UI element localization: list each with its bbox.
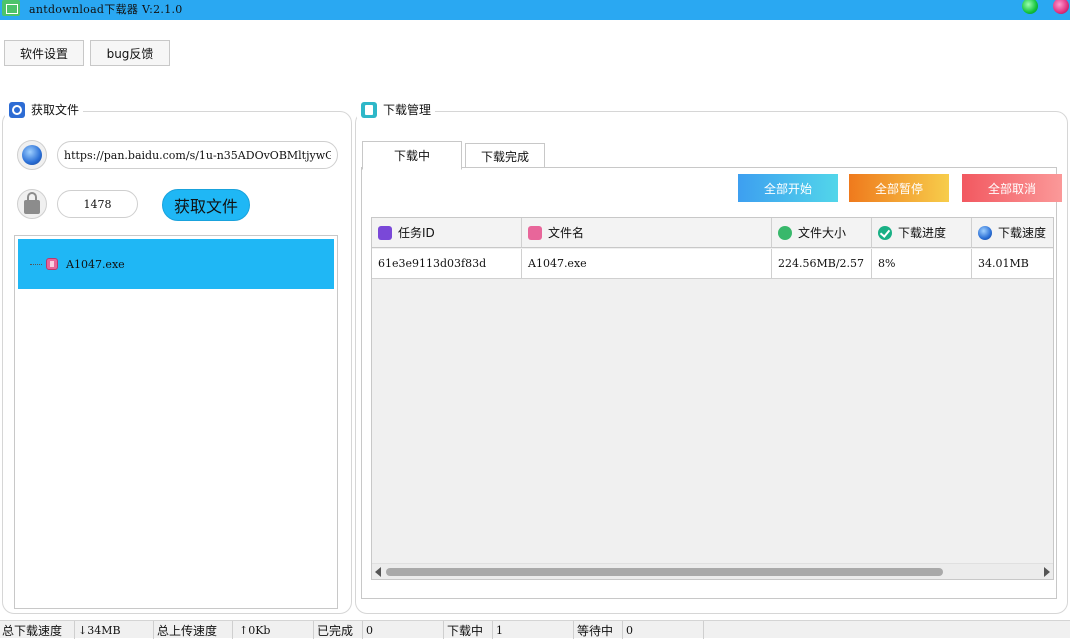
horizontal-scrollbar[interactable] xyxy=(372,563,1053,579)
settings-button[interactable]: 软件设置 xyxy=(4,40,84,66)
lock-icon xyxy=(17,189,47,219)
extract-code-input[interactable] xyxy=(57,190,138,218)
file-name-cell: A1047.exe xyxy=(522,249,772,278)
speed-cell: 34.01MB xyxy=(972,249,1053,278)
bug-report-button[interactable]: bug反馈 xyxy=(90,40,170,66)
fetch-files-button[interactable]: 获取文件 xyxy=(162,189,250,221)
fetch-panel-title: 获取文件 xyxy=(5,101,84,118)
edit-icon xyxy=(378,225,392,240)
tab-downloading[interactable]: 下载中 xyxy=(362,141,462,170)
file-size-cell: 224.56MB/2.57 xyxy=(772,249,872,278)
downloading-label: 下载中 xyxy=(445,621,493,639)
link-globe-icon xyxy=(17,140,47,170)
download-table: 任务ID 文件名 文件大小 下载进度 下载速度 61e3e9113d03f83d… xyxy=(371,217,1054,580)
column-header-file-size[interactable]: 文件大小 xyxy=(772,218,872,248)
waiting-label: 等待中 xyxy=(575,621,623,639)
search-icon xyxy=(9,101,25,118)
file-icon xyxy=(46,258,58,270)
scroll-left-icon[interactable] xyxy=(375,567,381,577)
waiting-value: 0 xyxy=(624,621,704,639)
download-speed-value: ↓34MB xyxy=(76,621,154,639)
column-header-file-name[interactable]: 文件名 xyxy=(522,218,772,248)
start-all-button[interactable]: 全部开始 xyxy=(738,174,838,202)
progress-cell: 8% xyxy=(872,249,972,278)
minimize-button[interactable] xyxy=(1022,0,1038,14)
status-bar: 总下载速度 ↓34MB 总上传速度 ↑0Kb 已完成 0 下载中 1 等待中 0 xyxy=(0,620,1070,639)
downloading-value: 1 xyxy=(494,621,574,639)
tree-item-label: A1047.exe xyxy=(66,257,125,271)
fetch-panel-title-text: 获取文件 xyxy=(31,103,80,117)
completed-label: 已完成 xyxy=(315,621,363,639)
download-panel-title: 下载管理 xyxy=(357,101,436,118)
cancel-all-button[interactable]: 全部取消 xyxy=(962,174,1062,202)
app-logo-icon xyxy=(2,0,20,16)
scrollbar-thumb[interactable] xyxy=(386,568,943,576)
download-panel-title-text: 下载管理 xyxy=(383,103,432,117)
column-header-progress[interactable]: 下载进度 xyxy=(872,218,972,248)
column-header-speed[interactable]: 下载速度 xyxy=(972,218,1053,248)
scroll-right-icon[interactable] xyxy=(1044,567,1050,577)
task-id-cell: 61e3e9113d03f83d xyxy=(372,249,522,278)
pause-all-button[interactable]: 全部暂停 xyxy=(849,174,949,202)
share-url-input[interactable] xyxy=(57,141,338,169)
completed-value: 0 xyxy=(364,621,444,639)
table-header: 任务ID 文件名 文件大小 下载进度 下载速度 xyxy=(372,218,1053,248)
close-button[interactable] xyxy=(1053,0,1069,14)
upload-speed-label: 总上传速度 xyxy=(155,621,233,639)
file-tree[interactable]: A1047.exe xyxy=(14,235,338,609)
title-bar: antdownload下载器 V:2.1.0 xyxy=(0,0,1070,20)
tree-item[interactable]: A1047.exe xyxy=(18,239,334,289)
storage-icon xyxy=(778,225,792,240)
file-icon xyxy=(528,225,542,240)
column-header-task-id[interactable]: 任务ID xyxy=(372,218,522,248)
window-title: antdownload下载器 V:2.1.0 xyxy=(29,3,183,16)
clipboard-icon xyxy=(361,101,377,118)
table-row[interactable]: 61e3e9113d03f83d A1047.exe 224.56MB/2.57… xyxy=(372,249,1053,279)
check-icon xyxy=(878,225,892,240)
tab-completed[interactable]: 下载完成 xyxy=(465,143,545,169)
globe-icon xyxy=(978,225,992,240)
upload-speed-value: ↑0Kb xyxy=(237,621,314,639)
download-speed-label: 总下载速度 xyxy=(0,621,75,639)
